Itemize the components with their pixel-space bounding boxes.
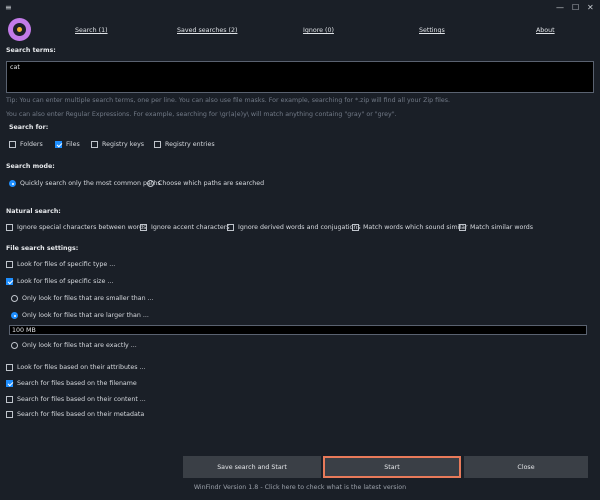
tab-search[interactable]: Search (1) [75,27,108,34]
tab-settings[interactable]: Settings [419,27,445,34]
radio-icon [11,342,18,349]
checkbox-icon [6,396,13,403]
checkbox-checked-icon [6,278,13,285]
tab-saved-searches[interactable]: Saved searches (2) [177,27,237,34]
ignore-accent-checkbox[interactable]: Ignore accent characters [140,224,230,231]
radio-icon [11,295,18,302]
search-mode-title: Search mode: [6,163,55,170]
tip-text-1: Tip: You can enter multiple search terms… [6,97,451,104]
tab-ignore[interactable]: Ignore (0) [303,27,334,34]
size-value-input[interactable] [9,325,587,335]
checkbox-icon [140,224,147,231]
files-checkbox[interactable]: Files [55,141,80,148]
folders-label: Folders [20,141,43,148]
checkbox-icon [352,224,359,231]
choose-paths-label: Choose which paths are searched [158,180,265,187]
attributes-label: Look for files based on their attributes… [17,364,146,371]
quick-search-label: Quickly search only the most common path… [20,180,161,187]
exactly-label: Only look for files that are exactly ... [22,342,137,349]
checkbox-icon [6,261,13,268]
search-terms-title: Search terms: [6,47,56,54]
checkbox-icon [459,224,466,231]
natural-search-title: Natural search: [6,208,61,215]
content-checkbox[interactable]: Search for files based on their content … [6,396,146,403]
quick-search-radio[interactable]: Quickly search only the most common path… [9,180,161,187]
registry-entries-label: Registry entries [165,141,215,148]
sound-similar-checkbox[interactable]: Match words which sound similar [352,224,468,231]
ignore-special-chars-label: Ignore special characters between words [17,224,147,231]
similar-words-checkbox[interactable]: Match similar words [459,224,533,231]
app-logo-icon [8,18,31,41]
larger-than-radio[interactable]: Only look for files that are larger than… [11,312,149,319]
file-settings-title: File search settings: [6,245,79,252]
exactly-radio[interactable]: Only look for files that are exactly ... [11,342,137,349]
minimize-icon[interactable]: — [556,3,564,13]
ignore-accent-label: Ignore accent characters [151,224,230,231]
specific-type-label: Look for files of specific type ... [17,261,116,268]
specific-type-checkbox[interactable]: Look for files of specific type ... [6,261,115,268]
checkbox-icon [227,224,234,231]
ignore-special-chars-checkbox[interactable]: Ignore special characters between words [6,224,146,231]
checkbox-icon [91,141,98,148]
maximize-icon[interactable]: ☐ [572,3,579,13]
checkbox-icon [6,224,13,231]
registry-keys-label: Registry keys [102,141,145,148]
files-label: Files [66,141,80,148]
checkbox-icon [6,411,13,418]
tip-text-2: You can also enter Regular Expressions. … [6,111,397,118]
checkbox-checked-icon [55,141,62,148]
smaller-than-label: Only look for files that are smaller tha… [22,295,154,302]
radio-selected-icon [11,312,18,319]
tab-about[interactable]: About [536,27,555,34]
ignore-derived-label: Ignore derived words and conjugations [238,224,361,231]
checkbox-checked-icon [6,380,13,387]
search-terms-input[interactable]: cat [6,61,594,93]
content-label: Search for files based on their content … [17,396,146,403]
smaller-than-radio[interactable]: Only look for files that are smaller tha… [11,295,154,302]
registry-keys-checkbox[interactable]: Registry keys [91,141,144,148]
sound-similar-label: Match words which sound similar [363,224,468,231]
radio-selected-icon [9,180,16,187]
start-button[interactable]: Start [323,456,461,478]
menu-icon[interactable]: ≡ [5,4,12,12]
choose-paths-radio[interactable]: Choose which paths are searched [147,180,264,187]
checkbox-icon [9,141,16,148]
metadata-label: Search for files based on their metadata [17,411,145,418]
similar-words-label: Match similar words [470,224,534,231]
attributes-checkbox[interactable]: Look for files based on their attributes… [6,364,146,371]
radio-icon [147,180,154,187]
registry-entries-checkbox[interactable]: Registry entries [154,141,215,148]
save-and-start-button[interactable]: Save search and Start [183,456,321,478]
filename-label: Search for files based on the filename [17,380,137,387]
checkbox-icon [154,141,161,148]
specific-size-label: Look for files of specific size ... [17,278,114,285]
larger-than-label: Only look for files that are larger than… [22,312,149,319]
close-button[interactable]: Close [464,456,588,478]
ignore-derived-checkbox[interactable]: Ignore derived words and conjugations [227,224,361,231]
checkbox-icon [6,364,13,371]
folders-checkbox[interactable]: Folders [9,141,43,148]
filename-checkbox[interactable]: Search for files based on the filename [6,380,137,387]
metadata-checkbox[interactable]: Search for files based on their metadata [6,411,144,418]
specific-size-checkbox[interactable]: Look for files of specific size ... [6,278,113,285]
search-for-title: Search for: [9,124,49,131]
close-icon[interactable]: ✕ [587,3,594,13]
version-footer-link[interactable]: WinFindr Version 1.8 - Click here to che… [0,484,600,491]
